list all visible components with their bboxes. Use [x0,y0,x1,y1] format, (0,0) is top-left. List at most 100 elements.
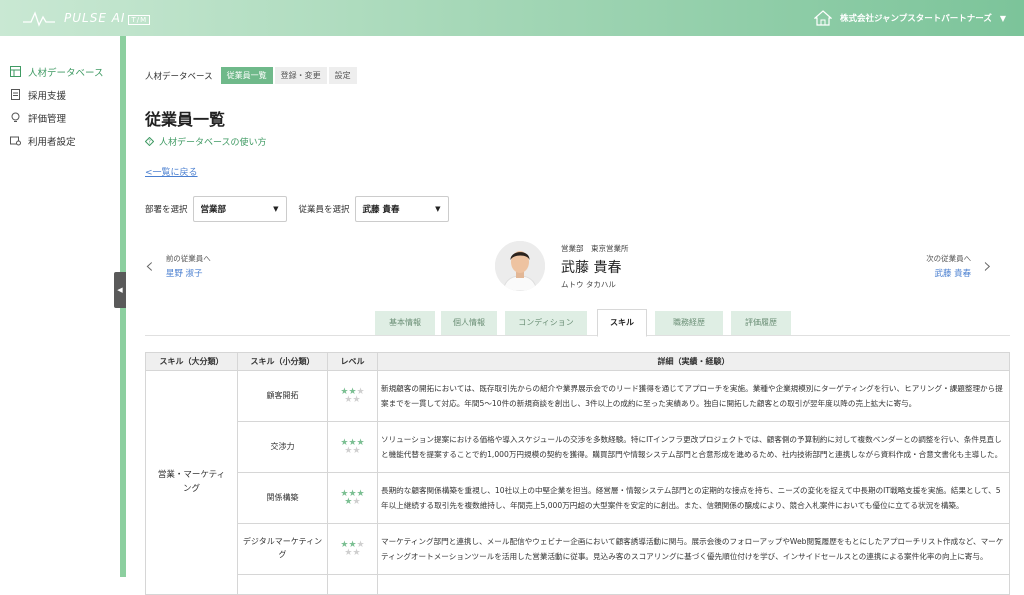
skill-detail: マーケティング部門と連携し、メール配信やウェビナー企画において顧客誘導活動に関与… [377,523,1010,575]
column-header: スキル（小分類） [237,352,328,371]
top-bar: PULSE AI T/M 株式会社ジャンプスタートパートナーズ ▼ [0,0,1024,36]
logo[interactable]: PULSE AI T/M [22,8,151,28]
sidebar-item-recruiting[interactable]: 採用支援 [0,83,120,106]
tab-register-edit[interactable]: 登録・変更 [274,67,327,84]
tab-settings[interactable]: 設定 [328,67,357,84]
employee-department: 営業部 東京営業所 [561,243,629,253]
avatar [495,241,545,291]
skill-detail: 新規顧客の開拓においては、既存取引先からの紹介や業界展示会でのリード獲得を通じて… [377,370,1010,422]
chevron-down-icon: ▼ [999,13,1006,23]
sidebar: 人材データベース 採用支援 評価管理 利用者設定 [0,36,120,577]
company-menu[interactable]: 株式会社ジャンプスタートパートナーズ ▼ [813,10,1006,26]
tab-personal-info[interactable]: 個人情報 [441,311,497,335]
user-settings-icon [10,136,21,146]
employee-select-value: 武藤 貴春 [362,205,400,215]
sidebar-item-label: 採用支援 [28,90,67,102]
howto-label: 人材データベースの使い方 [159,138,267,148]
tab-skills[interactable]: スキル [597,309,647,337]
skill-category: 営業・マーケティング [145,370,238,595]
star-rating: ★★★ ★★ [338,541,368,558]
help-diamond-icon: ? [145,137,154,146]
chevron-left-icon: ‹ [145,253,154,279]
lightbulb-icon [11,112,20,122]
dept-filter-label: 部署を選択 [145,205,188,215]
skill-level: ★★★ ★★ [327,421,378,473]
star-rating: ★★★ ★★ [338,490,368,507]
chevron-down-icon: ▼ [273,205,279,213]
database-icon [10,66,21,77]
star-icon: ★ [352,497,361,507]
star-icon: ★ [352,395,361,405]
tab-basic-info[interactable]: 基本情報 [375,311,435,335]
prev-employee-button[interactable]: ‹ 前の従業員へ 星野 淑子 [145,253,211,280]
skill-subcategory [237,574,328,595]
sidebar-item-database[interactable]: 人材データベース [0,60,120,83]
chevron-right-icon: › [983,253,992,279]
employee-kana: ムトウ タカハル [561,279,616,289]
dept-select[interactable]: 営業部 ▼ [192,196,287,222]
tab-employee-list[interactable]: 従業員一覧 [220,67,273,84]
employee-navigator: ‹ 前の従業員へ 星野 淑子 営業部 東京営業所 武藤 貴春 ムトウ タカハル [145,241,1010,297]
column-header: 詳細（実績・経験） [377,352,1010,371]
column-header: レベル [327,352,378,371]
skill-subcategory: 顧客開拓 [237,370,328,422]
skill-detail: ソリューション提案における価格や導入スケジュールの交渉を多数経験。特にITインフ… [377,421,1010,473]
chevron-down-icon: ▼ [435,205,441,213]
prev-employee-name[interactable]: 星野 淑子 [166,267,211,279]
star-icon: ★ [344,395,353,405]
page-title: 従業員一覧 [145,110,226,129]
collapse-arrow-icon: ◀ [117,286,123,294]
skill-level: ★★★ ★★ [327,472,378,524]
dept-select-value: 営業部 [200,205,227,215]
breadcrumb-label: 人材データベース [145,71,213,82]
skill-detail [377,574,1010,595]
star-rating: ★★★ ★★ [338,388,368,405]
star-rating: ★★★ ★★ [338,439,368,456]
skill-level: ★★★ ★★ [327,523,378,575]
howto-link[interactable]: ? 人材データベースの使い方 [145,135,267,148]
table-header-row: スキル（大分類） スキル（小分類） レベル 詳細（実績・経験） [145,352,1010,371]
star-icon: ★ [352,548,361,558]
home-icon [813,10,832,26]
table-row: 関係構築 ★★★ ★★ 長期的な顧客関係構築を重視し、10社以上の中堅企業を担当。… [146,472,1010,524]
sidebar-toggle-button[interactable]: ◀ [114,272,126,308]
skill-subcategory: 交渉力 [237,421,328,473]
table-row [146,574,1010,595]
company-name: 株式会社ジャンプスタートパートナーズ [839,14,992,24]
sidebar-item-label: 評価管理 [28,113,67,125]
employee-summary: 営業部 東京営業所 武藤 貴春 ムトウ タカハル [495,241,629,291]
document-icon [11,89,20,100]
next-employee-name[interactable]: 武藤 貴春 [926,267,971,279]
star-icon: ★ [344,446,353,456]
prev-employee-label: 前の従業員へ [165,254,211,263]
skill-detail: 長期的な顧客関係構築を重視し、10社以上の中堅企業を担当。経営層・情報システム部… [377,472,1010,524]
star-icon: ★ [344,548,353,558]
skill-subcategory: デジタルマーケティング [237,523,328,575]
star-icon: ★ [352,446,361,456]
employee-name: 武藤 貴春 [561,259,622,276]
pulse-logo-icon [23,11,55,27]
sidebar-item-label: 利用者設定 [28,136,76,148]
table-row: デジタルマーケティング ★★★ ★★ マーケティング部門と連携し、メール配信やウェ… [146,523,1010,575]
skill-subcategory: 関係構築 [237,472,328,524]
skills-table: スキル（大分類） スキル（小分類） レベル 詳細（実績・経験） 営業・マーケティ… [145,352,1010,595]
skill-level: ★★★ ★★ [327,370,378,422]
svg-text:?: ? [148,140,151,146]
table-row: 営業・マーケティング 顧客開拓 ★★★ ★★ 新規顧客の開拓においては、既存取引先… [145,370,1010,595]
employee-filter-label: 従業員を選択 [298,205,350,215]
next-employee-label: 次の従業員へ [926,254,972,263]
sidebar-item-evaluation[interactable]: 評価管理 [0,106,120,129]
employee-select[interactable]: 武藤 貴春 ▼ [354,196,449,222]
tab-evaluation-history[interactable]: 評価履歴 [731,311,791,335]
detail-tabs: 基本情報 個人情報 コンディション スキル 職務経歴 評価履歴 [145,309,1010,337]
tab-condition[interactable]: コンディション [505,311,587,335]
sidebar-item-user-settings[interactable]: 利用者設定 [0,129,120,152]
tab-career[interactable]: 職務経歴 [655,311,723,335]
next-employee-button[interactable]: 次の従業員へ 武藤 貴春 › [926,253,992,280]
skill-level [327,574,378,595]
back-to-list-link[interactable]: <一覧に戻る [145,165,198,178]
sidebar-item-label: 人材データベース [28,67,104,79]
column-header: スキル（大分類） [145,352,238,371]
star-icon: ★ [344,497,353,507]
brand-name: PULSE AI T/M [64,11,151,25]
